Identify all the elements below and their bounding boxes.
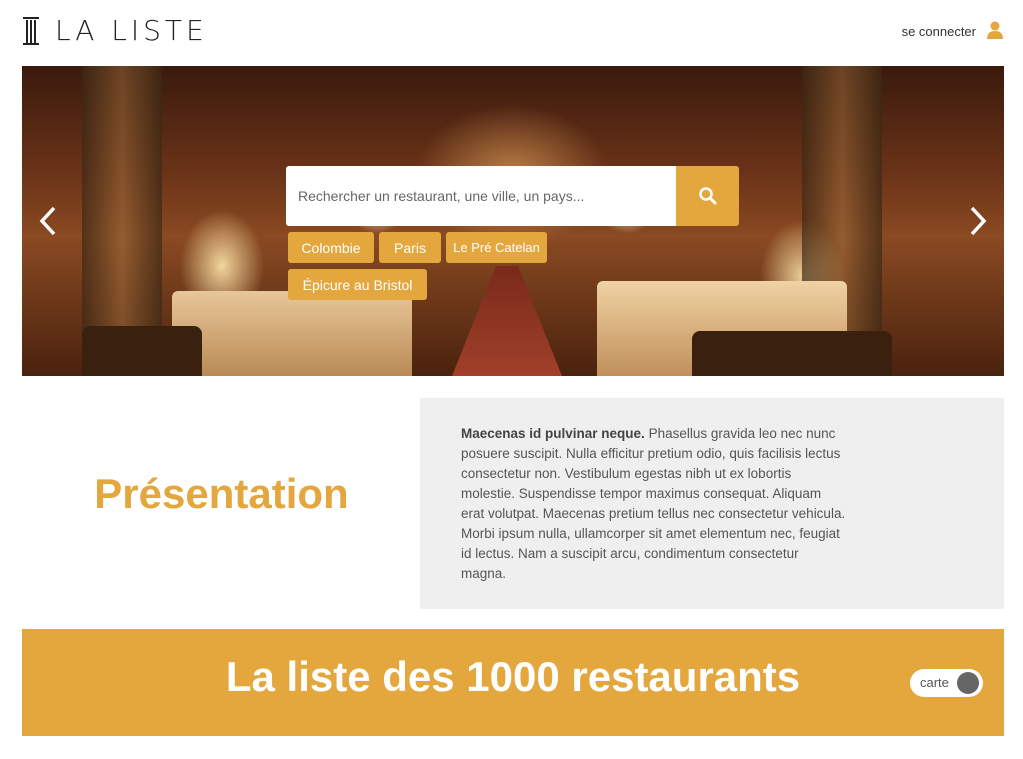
suggestion-chip[interactable]: Paris (379, 232, 441, 263)
hero-chair (692, 331, 892, 376)
map-toggle[interactable]: carte (910, 669, 983, 697)
presentation-body: Phasellus gravida leo nec nunc posuere s… (461, 426, 846, 581)
hero-carpet (452, 266, 562, 376)
search-button[interactable] (676, 166, 739, 226)
banner-title: La liste des 1000 restaurants (225, 653, 801, 700)
presentation-title: Présentation (94, 470, 349, 517)
user-icon[interactable] (987, 21, 1003, 39)
logo-mark-icon (23, 17, 39, 45)
hero-table (172, 291, 412, 376)
logo[interactable]: LA LISTE (23, 16, 208, 46)
hero-banner: Colombie Paris Le Pré Catelan Épicure au… (22, 66, 1004, 376)
search-icon (698, 187, 716, 205)
logo-text: LA LISTE (55, 14, 208, 47)
chevron-right-icon[interactable] (968, 206, 988, 236)
header: LA LISTE se connecter (0, 0, 1023, 66)
search-input[interactable] (286, 166, 676, 226)
login-link[interactable]: se connecter (902, 24, 976, 39)
suggestion-chip[interactable]: Le Pré Catelan (446, 232, 547, 263)
presentation-panel: Maecenas id pulvinar neque. Phasellus gr… (420, 398, 1004, 609)
map-toggle-label: carte (920, 675, 949, 690)
toggle-knob (957, 672, 979, 694)
chevron-left-icon[interactable] (38, 206, 58, 236)
restaurant-list-banner: La liste des 1000 restaurants carte (22, 629, 1004, 736)
suggestion-chip[interactable]: Colombie (288, 232, 374, 263)
hero-chair (82, 326, 202, 376)
presentation-text: Maecenas id pulvinar neque. Phasellus gr… (461, 424, 846, 584)
suggestion-chip[interactable]: Épicure au Bristol (288, 269, 427, 300)
presentation-lead: Maecenas id pulvinar neque. (461, 426, 645, 441)
